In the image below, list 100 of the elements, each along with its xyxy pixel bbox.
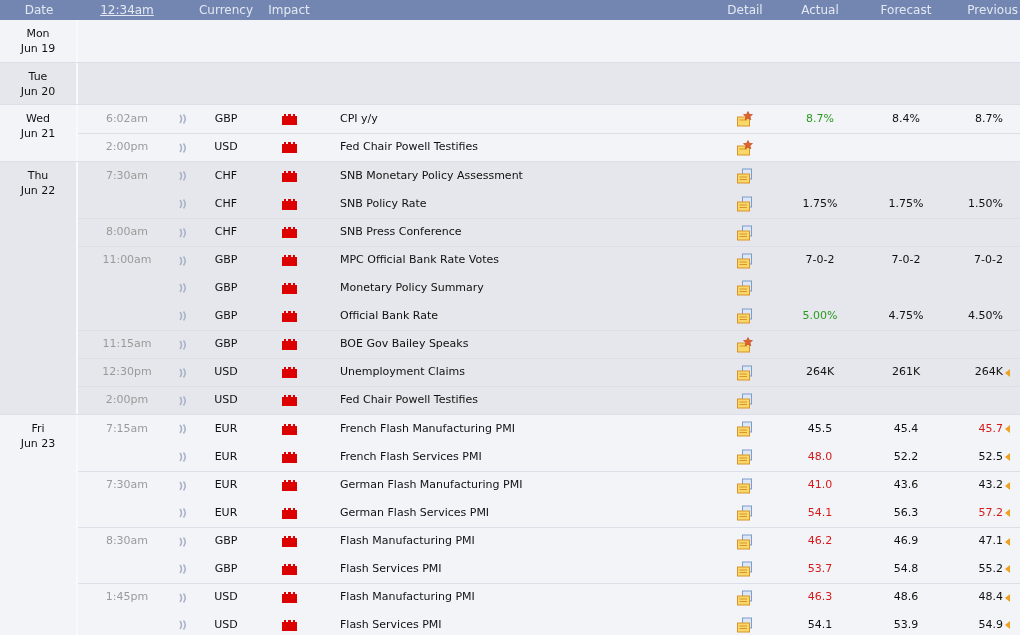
previous-value: 57.2 <box>978 504 1003 521</box>
event-title[interactable]: SNB Monetary Policy Assessment <box>340 168 523 182</box>
column-header: Previous <box>967 3 1018 17</box>
sound-icon[interactable] <box>179 424 187 434</box>
column-header: Forecast <box>880 3 932 17</box>
forecast-value: 43.6 <box>893 478 919 492</box>
folder-star-icon[interactable] <box>737 111 753 127</box>
folder-document-icon[interactable] <box>737 617 753 633</box>
sound-icon[interactable] <box>179 367 187 378</box>
event-title[interactable]: SNB Press Conference <box>340 225 462 239</box>
event-title[interactable]: Fed Chair Powell Testifies <box>340 393 478 407</box>
folder-document-icon[interactable] <box>737 533 753 550</box>
event-title[interactable]: Flash Manufacturing PMI <box>340 590 475 604</box>
folder-star-icon[interactable] <box>737 139 753 156</box>
day-date: Jun 21 <box>20 126 56 141</box>
actual-value: 46.2 <box>807 534 833 548</box>
sound-icon[interactable] <box>179 564 187 574</box>
actual-value: 7-0-2 <box>805 253 835 267</box>
sound-icon[interactable] <box>179 480 187 491</box>
actual-value: 53.7 <box>807 561 833 575</box>
forecast-value: 7-0-2 <box>891 253 921 267</box>
event-title[interactable]: BOE Gov Bailey Speaks <box>340 337 469 351</box>
currency-code: EUR <box>214 421 238 435</box>
event-title[interactable]: Fed Chair Powell Testifies <box>340 140 478 154</box>
folder-document-icon[interactable] <box>737 505 753 521</box>
sound-icon[interactable] <box>179 452 187 462</box>
event-title[interactable]: SNB Policy Rate <box>340 196 427 210</box>
day-name: Fri <box>31 421 45 436</box>
revised-arrow-icon[interactable] <box>1004 368 1010 377</box>
sound-icon[interactable] <box>179 199 187 209</box>
sound-icon[interactable] <box>179 114 187 124</box>
event-time: 8:30am <box>105 534 149 548</box>
event-title[interactable]: Flash Services PMI <box>340 561 442 575</box>
previous-value: 52.5 <box>978 448 1003 465</box>
sound-icon[interactable] <box>179 536 187 547</box>
event-time: 8:00am <box>105 225 149 239</box>
folder-document-icon[interactable] <box>737 252 753 269</box>
column-header: Impact <box>268 3 310 17</box>
sound-icon[interactable] <box>179 283 187 293</box>
folder-document-icon[interactable] <box>737 224 753 241</box>
revised-arrow-icon[interactable] <box>1004 481 1010 490</box>
previous-value: 43.2 <box>978 477 1003 494</box>
currency-code: CHF <box>214 225 238 239</box>
day-date: Jun 20 <box>20 84 56 99</box>
sound-icon[interactable] <box>179 311 187 321</box>
folder-document-icon[interactable] <box>737 168 753 184</box>
currency-code: CHF <box>214 196 238 210</box>
event-title[interactable]: Official Bank Rate <box>340 308 439 322</box>
sound-icon[interactable] <box>179 620 187 630</box>
sound-icon[interactable] <box>179 142 187 153</box>
event-title[interactable]: Flash Manufacturing PMI <box>340 534 475 548</box>
revised-arrow-icon[interactable] <box>1004 537 1010 546</box>
event-title[interactable]: CPI y/y <box>340 111 378 125</box>
sound-icon[interactable] <box>179 508 187 518</box>
sound-icon[interactable] <box>179 227 187 238</box>
currency-code: GBP <box>214 280 238 294</box>
folder-document-icon[interactable] <box>737 449 753 465</box>
event-title[interactable]: Unemployment Claims <box>340 365 466 379</box>
event-title[interactable]: French Flash Services PMI <box>340 449 482 463</box>
forecast-value: 56.3 <box>893 505 919 519</box>
folder-document-icon[interactable] <box>737 421 753 437</box>
revised-arrow-icon[interactable] <box>1004 453 1010 461</box>
forecast-value: 45.4 <box>893 421 919 435</box>
actual-value: 48.0 <box>807 449 833 463</box>
event-title[interactable]: German Flash Manufacturing PMI <box>340 478 523 492</box>
event-title[interactable]: German Flash Services PMI <box>340 505 490 519</box>
revised-arrow-icon[interactable] <box>1004 509 1010 517</box>
revised-arrow-icon[interactable] <box>1004 593 1010 602</box>
day-date: Jun 23 <box>20 436 56 451</box>
forecast-value: 261K <box>891 365 921 379</box>
sound-icon[interactable] <box>179 255 187 266</box>
revised-arrow-icon[interactable] <box>1004 621 1010 629</box>
sound-icon[interactable] <box>179 395 187 406</box>
revised-arrow-icon[interactable] <box>1004 425 1010 433</box>
sound-icon[interactable] <box>179 592 187 603</box>
folder-star-icon[interactable] <box>737 336 753 353</box>
sound-icon[interactable] <box>179 171 187 181</box>
event-title[interactable]: French Flash Manufacturing PMI <box>340 421 515 435</box>
event-title[interactable]: MPC Official Bank Rate Votes <box>340 253 500 267</box>
event-time: 12:30pm <box>102 365 152 379</box>
forecast-value: 8.4% <box>892 111 920 125</box>
day-name: Mon <box>26 26 50 41</box>
event-title[interactable]: Monetary Policy Summary <box>340 280 484 294</box>
event-title[interactable]: Flash Services PMI <box>340 617 442 631</box>
day-name: Thu <box>27 168 49 183</box>
folder-document-icon[interactable] <box>737 589 753 606</box>
forecast-value: 48.6 <box>893 590 919 604</box>
revised-arrow-icon[interactable] <box>1004 565 1010 573</box>
column-header: Currency <box>198 3 254 17</box>
folder-document-icon[interactable] <box>737 561 753 577</box>
previous-value: 54.9 <box>978 616 1003 633</box>
folder-document-icon[interactable] <box>737 280 753 296</box>
folder-document-icon[interactable] <box>737 196 753 212</box>
currency-code: GBP <box>214 253 238 267</box>
sound-icon[interactable] <box>179 339 187 350</box>
folder-document-icon[interactable] <box>737 308 753 324</box>
folder-document-icon[interactable] <box>737 392 753 409</box>
folder-document-icon[interactable] <box>737 477 753 494</box>
folder-document-icon[interactable] <box>737 364 753 381</box>
currency-code: USD <box>214 365 238 379</box>
